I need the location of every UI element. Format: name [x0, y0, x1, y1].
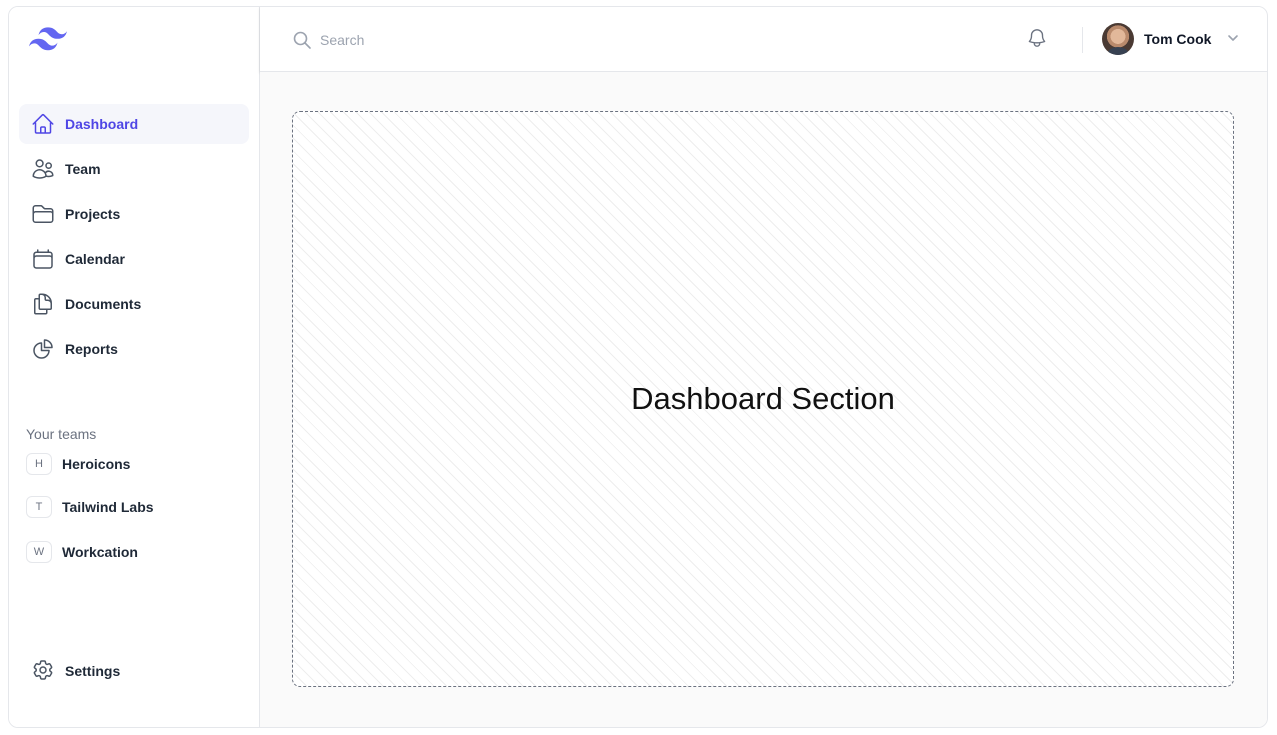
header-divider — [1082, 27, 1083, 53]
bell-icon[interactable] — [1026, 27, 1050, 51]
team-initial-badge: W — [26, 541, 52, 563]
nav-item-label: Dashboard — [65, 116, 139, 132]
team-initial-badge: T — [26, 496, 52, 518]
team-item-workcation[interactable]: W Workcation — [26, 541, 138, 563]
main-nav: Dashboard Team Projects Calendar Documen… — [19, 104, 249, 374]
search-icon — [292, 30, 312, 50]
folder-icon — [31, 202, 55, 226]
nav-item-dashboard[interactable]: Dashboard — [19, 104, 249, 144]
app-window: Dashboard Team Projects Calendar Documen… — [8, 6, 1268, 728]
settings-link[interactable]: Settings — [19, 651, 249, 691]
nav-item-reports[interactable]: Reports — [19, 329, 249, 369]
page-title: Dashboard Section — [631, 381, 895, 416]
top-bar: Tom Cook — [260, 7, 1267, 72]
nav-item-team[interactable]: Team — [19, 149, 249, 189]
nav-item-calendar[interactable]: Calendar — [19, 239, 249, 279]
chart-pie-icon — [31, 337, 55, 361]
team-initial-badge: H — [26, 453, 52, 475]
tailwind-logo-icon[interactable] — [29, 27, 67, 51]
search-input[interactable] — [320, 27, 720, 53]
documents-icon — [31, 292, 55, 316]
calendar-icon — [31, 247, 55, 271]
main-content: Dashboard Section — [260, 72, 1267, 727]
dashboard-placeholder: Dashboard Section — [292, 111, 1234, 687]
team-item-tailwind-labs[interactable]: T Tailwind Labs — [26, 496, 154, 518]
user-name: Tom Cook — [1144, 31, 1212, 47]
teams-heading: Your teams — [26, 426, 97, 442]
user-menu-button[interactable]: Tom Cook — [1102, 23, 1241, 55]
settings-label: Settings — [65, 663, 121, 679]
nav-item-label: Calendar — [65, 251, 125, 267]
team-item-heroicons[interactable]: H Heroicons — [26, 453, 130, 475]
team-name: Heroicons — [62, 456, 131, 472]
users-icon — [31, 157, 55, 181]
home-icon — [31, 112, 55, 136]
gear-icon — [31, 658, 55, 685]
nav-item-documents[interactable]: Documents — [19, 284, 249, 324]
nav-item-label: Projects — [65, 206, 121, 222]
nav-item-label: Reports — [65, 341, 118, 357]
chevron-down-icon — [1219, 28, 1241, 51]
sidebar: Dashboard Team Projects Calendar Documen… — [9, 7, 260, 727]
team-name: Workcation — [62, 544, 138, 560]
nav-item-projects[interactable]: Projects — [19, 194, 249, 234]
team-name: Tailwind Labs — [62, 499, 154, 515]
nav-item-label: Documents — [65, 296, 142, 312]
nav-item-label: Team — [65, 161, 101, 177]
avatar — [1102, 23, 1134, 55]
